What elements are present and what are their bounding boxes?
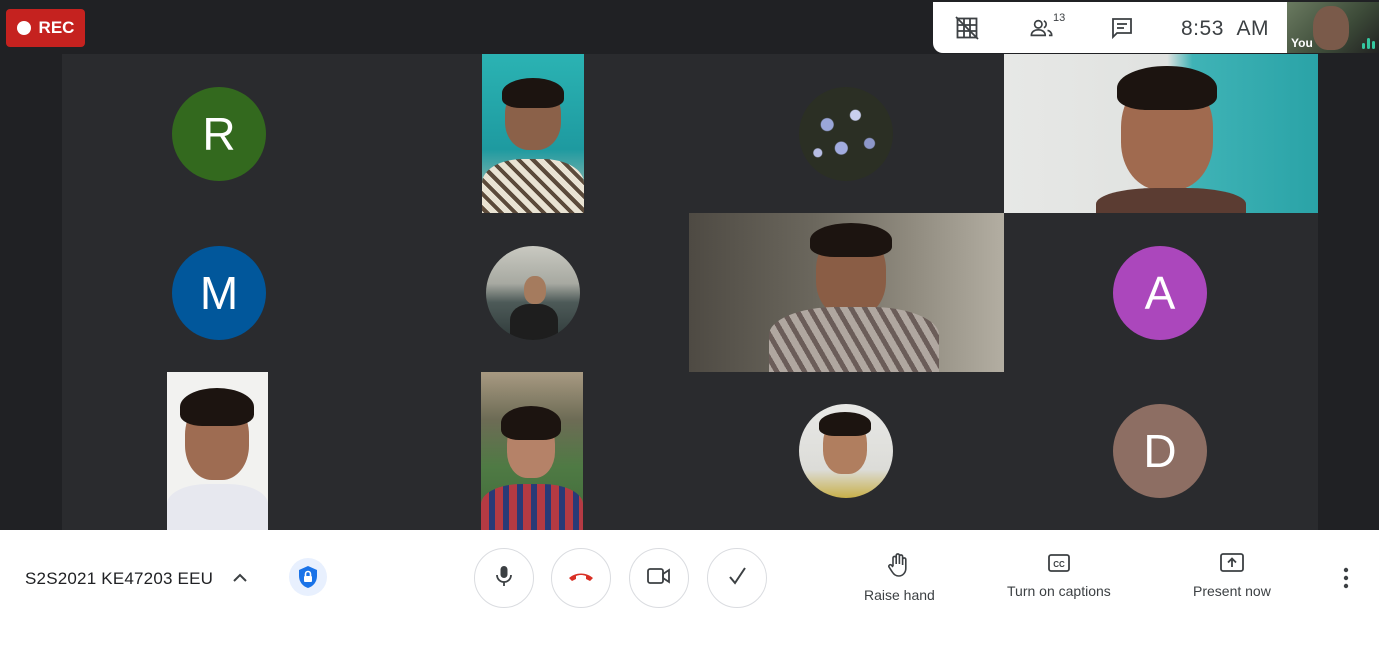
people-icon[interactable] (1030, 16, 1054, 40)
clock-ampm: AM (1236, 17, 1270, 40)
microphone-button[interactable] (474, 548, 534, 608)
participant-avatar-m[interactable]: M (172, 246, 266, 340)
self-view-tile[interactable]: You (1287, 2, 1379, 53)
participant-video-tile[interactable] (167, 372, 268, 530)
end-call-icon (567, 569, 595, 588)
checkmark-icon (726, 565, 748, 592)
participant-video-tile[interactable] (481, 372, 583, 530)
camera-button[interactable] (629, 548, 689, 608)
participant-avatar-r[interactable]: R (172, 87, 266, 181)
present-screen-icon (1219, 552, 1245, 577)
present-now-button[interactable]: Present now (1193, 552, 1271, 599)
meet-window: R M A D REC 13 8:53 AM You S2S2021 KE472… (0, 0, 1379, 657)
clock-time: 8:53 (1181, 17, 1224, 40)
captions-button[interactable]: CC Turn on captions (1007, 552, 1111, 599)
record-dot-icon (16, 21, 31, 35)
participant-profile-photo[interactable] (486, 246, 580, 340)
chat-icon[interactable] (1110, 16, 1134, 40)
present-now-label: Present now (1193, 583, 1271, 599)
host-controls-shield-icon[interactable] (289, 558, 327, 596)
chevron-up-icon[interactable] (231, 569, 249, 592)
participant-avatar-a[interactable]: A (1113, 246, 1207, 340)
meeting-info-bar: 13 8:53 AM (933, 2, 1287, 53)
avatar-initial: D (1143, 425, 1177, 477)
participant-count: 13 (1053, 12, 1066, 24)
raise-hand-button[interactable]: Raise hand (864, 552, 935, 603)
recording-badge: REC (6, 9, 85, 47)
hand-icon (886, 552, 912, 581)
audio-level-icon (1362, 38, 1375, 49)
raise-hand-label: Raise hand (864, 587, 935, 603)
control-bar: S2S2021 KE47203 EEU Raise hand CC Turn o… (0, 530, 1379, 657)
participant-video-tile[interactable] (482, 54, 584, 213)
video-area: R M A D REC 13 8:53 AM You (0, 0, 1379, 530)
attendance-button[interactable] (707, 548, 767, 608)
participant-avatar-d[interactable]: D (1113, 404, 1207, 498)
participant-profile-photo[interactable] (799, 404, 893, 498)
participant-profile-photo[interactable] (799, 87, 893, 181)
recording-label: REC (38, 18, 75, 37)
more-options-icon[interactable] (1336, 566, 1356, 595)
participant-grid: R M A D (62, 54, 1318, 530)
leave-call-button[interactable] (551, 548, 611, 608)
meeting-details-title[interactable]: S2S2021 KE47203 EEU (25, 569, 213, 589)
participant-video-tile[interactable] (1004, 54, 1318, 213)
closed-captions-icon: CC (1047, 552, 1071, 577)
video-camera-icon (646, 566, 672, 591)
self-view-label: You (1291, 36, 1313, 50)
avatar-initial: R (202, 108, 236, 160)
avatar-initial: M (199, 267, 239, 319)
grid-off-icon[interactable] (955, 16, 979, 40)
avatar-initial: A (1144, 267, 1176, 319)
captions-label: Turn on captions (1007, 583, 1111, 599)
svg-text:CC: CC (1053, 560, 1065, 569)
clock: 8:53 AM (1181, 17, 1269, 41)
participant-video-tile[interactable] (689, 213, 1004, 372)
microphone-icon (493, 564, 515, 593)
